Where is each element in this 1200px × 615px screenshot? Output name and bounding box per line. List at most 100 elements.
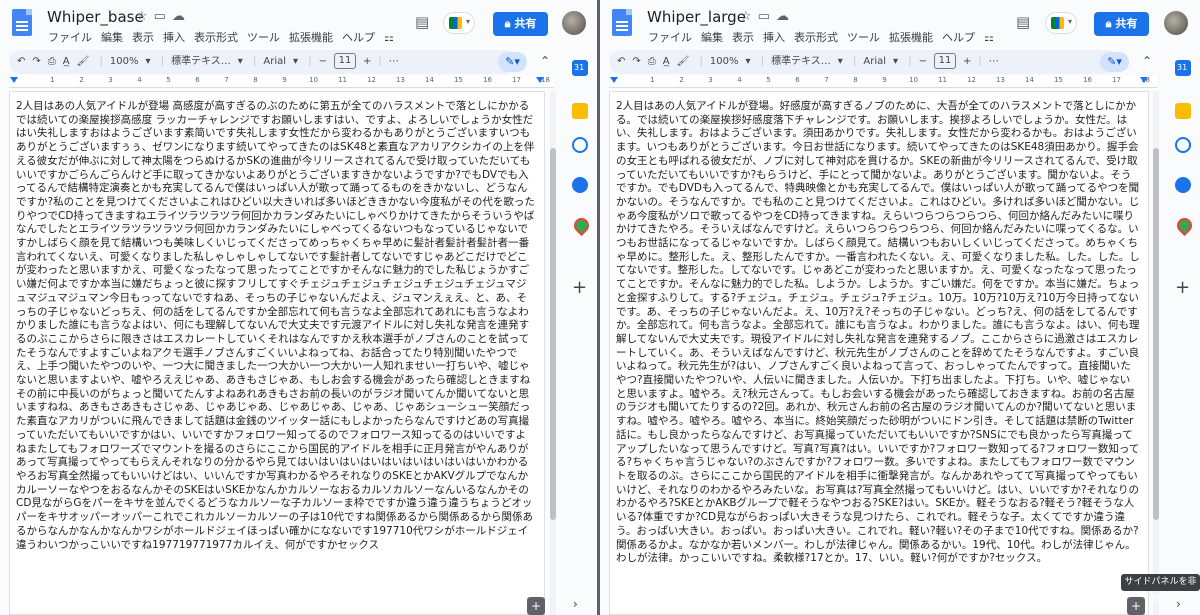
menu-format[interactable]: 表示形式	[194, 31, 238, 44]
star-icon[interactable]: ☆	[136, 9, 154, 24]
document-title[interactable]: Whiper_base	[47, 8, 144, 26]
menu-tools[interactable]: ツール	[847, 31, 880, 44]
maps-icon[interactable]	[572, 218, 588, 234]
add-addon-icon[interactable]: +	[1175, 277, 1190, 298]
document-page[interactable]: 2人目はあの人気アイドルが登場 高感度が高すぎるのぶのために第五が全てのハラスメ…	[9, 91, 545, 615]
menu-edit[interactable]: 編集	[101, 31, 123, 44]
comment-history-icon[interactable]: ▤	[1016, 13, 1030, 31]
paint-format-icon[interactable]: 🖌︎	[77, 56, 90, 67]
menu-edit[interactable]: 編集	[701, 31, 723, 44]
font-size-input[interactable]: 11	[934, 53, 956, 69]
tasks-icon[interactable]	[572, 137, 588, 153]
chevron-up-icon[interactable]: ⌃	[540, 54, 550, 68]
ruler-tick: 11	[938, 76, 947, 84]
chevron-down-icon: ▾	[745, 56, 751, 67]
ruler: 1 2 3 4 5 6 7 8 9 10 11 12 13 14 15 16 17 18	[609, 76, 1157, 88]
menu-bar: ファイル 編集 表示 挿入 表示形式 ツール 拡張機能 ヘルプ ⚏	[648, 29, 1003, 45]
share-button[interactable]: 🔒︎ 共有	[1094, 12, 1149, 36]
calendar-icon[interactable]	[1175, 60, 1191, 76]
maps-icon[interactable]	[1175, 218, 1191, 234]
pencil-icon[interactable]: ✎▾	[1100, 52, 1129, 72]
more-options-icon[interactable]: ⋯	[389, 56, 399, 67]
chevron-up-icon[interactable]: ⌃	[1142, 54, 1152, 68]
increase-font-button[interactable]: +	[363, 56, 371, 67]
redo-icon[interactable]: ↷	[32, 56, 40, 67]
menu-insert[interactable]: 挿入	[163, 31, 185, 44]
menu-extensions[interactable]: 拡張機能	[289, 31, 333, 44]
google-docs-icon[interactable]	[12, 9, 32, 36]
contacts-icon[interactable]	[1175, 177, 1191, 193]
font-select[interactable]: Arial	[863, 56, 886, 67]
last-edit-icon[interactable]: ⚏	[384, 31, 394, 44]
menu-format[interactable]: 表示形式	[794, 31, 838, 44]
menu-file[interactable]: ファイル	[648, 31, 692, 44]
font-size-input[interactable]: 11	[334, 53, 356, 69]
vertical-scrollbar[interactable]	[550, 91, 556, 615]
left-indent-marker[interactable]	[610, 77, 618, 83]
zoom-select[interactable]: 100%	[110, 56, 139, 67]
spellcheck-icon[interactable]: A̲	[63, 56, 70, 67]
menu-file[interactable]: ファイル	[48, 31, 92, 44]
add-addon-icon[interactable]: +	[572, 277, 587, 298]
document-page[interactable]: 2人目はあの人気アイドルが登場。好感度が高すぎるノブのために、大吾が全てのハラス…	[609, 91, 1149, 615]
chevron-right-icon[interactable]: ›	[1176, 597, 1181, 611]
print-icon[interactable]: ⎙	[48, 56, 56, 67]
google-docs-icon[interactable]	[612, 9, 632, 36]
meet-button[interactable]: ▾	[1045, 12, 1077, 34]
chevron-right-icon[interactable]: ›	[573, 597, 578, 611]
decrease-font-button[interactable]: −	[919, 56, 927, 67]
spellcheck-icon[interactable]: A̲	[663, 56, 670, 67]
scrollbar-thumb[interactable]	[550, 148, 556, 520]
document-title[interactable]: Whiper_large	[647, 8, 746, 26]
document-body[interactable]: 2人目はあの人気アイドルが登場。好感度が高すぎるノブのために、大吾が全てのハラス…	[616, 100, 1140, 566]
document-body[interactable]: 2人目はあの人気アイドルが登場 高感度が高すぎるのぶのために第五が全てのハラスメ…	[16, 100, 536, 552]
paint-format-icon[interactable]: 🖌︎	[677, 56, 690, 67]
menu-help[interactable]: ヘルプ	[942, 31, 975, 44]
menu-help[interactable]: ヘルプ	[342, 31, 375, 44]
menu-view[interactable]: 表示	[132, 31, 154, 44]
right-indent-marker[interactable]	[536, 77, 544, 83]
pencil-icon[interactable]: ✎▾	[498, 52, 527, 72]
left-indent-marker[interactable]	[10, 77, 18, 83]
tasks-icon[interactable]	[1175, 137, 1191, 153]
undo-icon[interactable]: ↶	[17, 56, 25, 67]
last-edit-icon[interactable]: ⚏	[984, 31, 994, 44]
meet-button[interactable]: ▾	[443, 12, 475, 34]
font-select[interactable]: Arial	[263, 56, 286, 67]
star-icon[interactable]: ☆	[740, 9, 758, 24]
right-indent-marker[interactable]	[1140, 77, 1148, 83]
cloud-status-icon[interactable]: ☁	[172, 9, 191, 24]
toolbar: ↶ ↷ ⎙ A̲ 🖌︎ | 100% ▾ | 標準テキス… ▾ | Arial ▾ | −11 + | ⋯	[9, 50, 517, 74]
redo-icon[interactable]: ↷	[632, 56, 640, 67]
keep-icon[interactable]	[1175, 103, 1191, 119]
style-select[interactable]: 標準テキス…	[771, 56, 831, 67]
keep-icon[interactable]	[572, 103, 588, 119]
share-button[interactable]: 🔒︎ 共有	[493, 12, 548, 36]
ruler-tick: 13	[396, 76, 405, 84]
print-icon[interactable]: ⎙	[648, 56, 656, 67]
explore-button[interactable]	[1127, 597, 1145, 615]
more-options-icon[interactable]: ⋯	[989, 56, 999, 67]
cloud-status-icon[interactable]: ☁	[776, 9, 795, 24]
increase-font-button[interactable]: +	[963, 56, 971, 67]
menu-view[interactable]: 表示	[732, 31, 754, 44]
decrease-font-button[interactable]: −	[319, 56, 327, 67]
chevron-down-icon: ▾	[145, 56, 151, 67]
account-avatar[interactable]	[1164, 11, 1188, 35]
menu-bar: ファイル 編集 表示 挿入 表示形式 ツール 拡張機能 ヘルプ ⚏	[48, 29, 403, 45]
contacts-icon[interactable]	[572, 177, 588, 193]
comment-history-icon[interactable]: ▤	[415, 13, 429, 31]
menu-insert[interactable]: 挿入	[763, 31, 785, 44]
scrollbar-thumb[interactable]	[1153, 148, 1159, 520]
zoom-select[interactable]: 100%	[710, 56, 739, 67]
move-folder-icon[interactable]: ▭	[154, 9, 172, 24]
account-avatar[interactable]	[562, 11, 586, 35]
move-folder-icon[interactable]: ▭	[758, 9, 776, 24]
style-select[interactable]: 標準テキス…	[171, 56, 231, 67]
explore-button[interactable]	[527, 597, 545, 615]
menu-extensions[interactable]: 拡張機能	[889, 31, 933, 44]
undo-icon[interactable]: ↶	[617, 56, 625, 67]
calendar-icon[interactable]	[572, 60, 588, 76]
vertical-scrollbar[interactable]	[1153, 91, 1159, 615]
menu-tools[interactable]: ツール	[247, 31, 280, 44]
